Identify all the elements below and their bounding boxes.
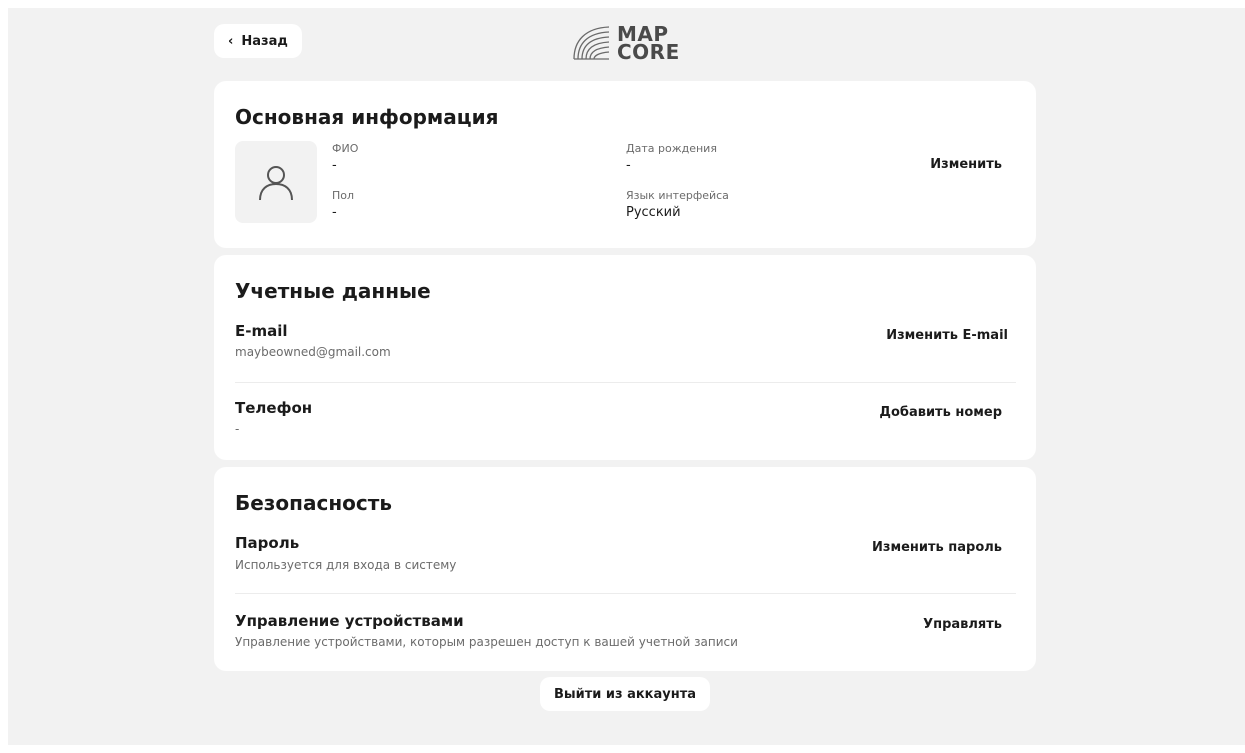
divider <box>235 382 1016 383</box>
birthdate-value: - <box>626 158 631 173</box>
email-value: maybeowned@gmail.com <box>235 345 391 359</box>
birthdate-label: Дата рождения <box>626 142 717 155</box>
devices-description: Управление устройствами, которым разреше… <box>235 635 738 649</box>
devices-label: Управление устройствами <box>235 612 464 630</box>
logo: MAP CORE <box>571 20 691 66</box>
change-password-button[interactable]: Изменить пароль <box>872 540 1002 555</box>
language-value: Русский <box>626 205 681 220</box>
email-label: E-mail <box>235 322 288 340</box>
top-bar: ‹ Назад MAP CORE <box>214 24 1036 66</box>
security-card: Безопасность Пароль Используется для вхо… <box>214 467 1036 671</box>
avatar[interactable] <box>235 141 317 223</box>
gender-label: Пол <box>332 189 355 202</box>
user-icon <box>259 166 293 201</box>
credentials-card: Учетные данные E-mail maybeowned@gmail.c… <box>214 255 1036 460</box>
logout-button[interactable]: Выйти из аккаунта <box>540 677 710 711</box>
edit-profile-button[interactable]: Изменить <box>930 157 1002 172</box>
security-title: Безопасность <box>235 491 392 515</box>
fio-label: ФИО <box>332 142 359 155</box>
chevron-left-icon: ‹ <box>228 33 234 49</box>
gender-value: - <box>332 205 337 220</box>
manage-devices-button[interactable]: Управлять <box>923 617 1002 632</box>
phone-value: - <box>235 422 240 436</box>
language-label: Язык интерфейса <box>626 189 729 202</box>
password-label: Пароль <box>235 534 300 552</box>
add-phone-button[interactable]: Добавить номер <box>879 405 1002 420</box>
back-button[interactable]: ‹ Назад <box>214 24 302 58</box>
credentials-title: Учетные данные <box>235 279 431 303</box>
phone-label: Телефон <box>235 399 313 417</box>
basic-info-card: Основная информация ФИО - Пол - Дата рож… <box>214 81 1036 248</box>
basic-info-title: Основная информация <box>235 105 499 129</box>
password-description: Используется для входа в систему <box>235 558 457 572</box>
back-label: Назад <box>241 33 288 49</box>
fio-value: - <box>332 158 337 173</box>
logo-text-core: CORE <box>617 40 680 64</box>
change-email-button[interactable]: Изменить E-mail <box>886 328 1008 343</box>
divider <box>235 593 1016 594</box>
logo-icon <box>573 26 610 60</box>
